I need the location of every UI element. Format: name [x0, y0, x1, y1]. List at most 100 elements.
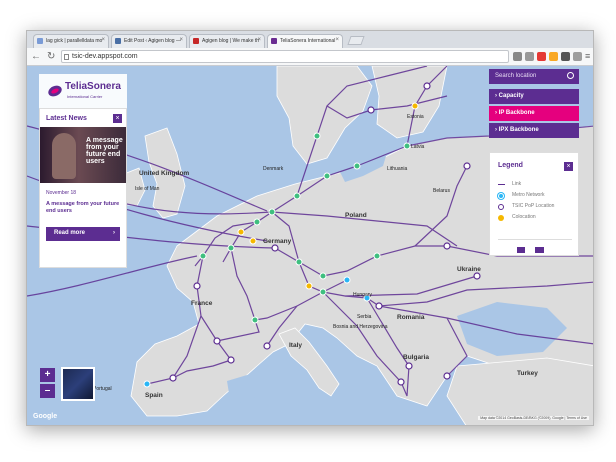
label-hungary: Hungary [353, 292, 372, 298]
node-pop-warsaw[interactable] [373, 252, 381, 260]
node-tsic-lyon[interactable] [193, 282, 201, 290]
brand-name: TeliaSonera [65, 81, 121, 92]
news-panel-title: Latest News [46, 115, 87, 122]
node-tsic-sofia[interactable] [405, 362, 413, 370]
node-pop-amsterdam[interactable] [253, 218, 261, 226]
extension-icon-1[interactable] [513, 52, 522, 61]
zoom-in-button[interactable]: + [40, 368, 55, 382]
node-pop-vienna[interactable] [319, 272, 327, 280]
zoom-out-button[interactable]: – [40, 384, 55, 398]
node-pop-malmo[interactable] [353, 162, 361, 170]
node-tsic-tallinn[interactable] [423, 82, 431, 90]
node-tsic-minsk[interactable] [463, 162, 471, 170]
node-colocation-1[interactable] [237, 228, 245, 236]
pop-swatch-icon [498, 204, 504, 210]
label-isle-of-man: Isle of Man [135, 186, 160, 192]
extension-icon-4[interactable] [549, 52, 558, 61]
node-metro-1[interactable] [343, 276, 351, 284]
node-pop-budapest[interactable] [319, 288, 327, 296]
google-logo[interactable]: Google [33, 413, 57, 420]
tab-4[interactable]: TeliaSonera International × [267, 34, 343, 48]
search-icon[interactable] [567, 72, 574, 79]
satellite-view-toggle[interactable] [61, 367, 95, 401]
node-pop-frankfurt[interactable] [268, 208, 276, 216]
label-lithuania: Lithuania [387, 166, 408, 172]
node-colocation-4[interactable] [305, 282, 313, 290]
label-germany: Germany [263, 238, 292, 245]
legend-title: Legend [498, 162, 523, 169]
label-italy: Italy [289, 342, 303, 349]
node-tsic-helsinki[interactable] [367, 106, 375, 114]
legend-close-icon[interactable]: × [564, 162, 573, 171]
label-ukraine: Ukraine [457, 266, 481, 273]
page-icon [64, 54, 69, 60]
search-location-input[interactable]: Search location [489, 69, 579, 84]
tab-3-close-icon[interactable]: × [257, 37, 261, 43]
tab-2-close-icon[interactable]: × [179, 37, 183, 43]
brand-logo[interactable]: TeliaSonera International Carrier [39, 74, 127, 108]
layer-ipx-backbone-label: IPX Backbone [498, 127, 539, 133]
tab-4-title: TeliaSonera International [280, 38, 336, 44]
label-spain: Spain [145, 392, 163, 399]
tab-3[interactable]: Agigen blog | We make th × [189, 34, 265, 48]
node-pop-stockholm[interactable] [313, 132, 321, 140]
node-tsic-marseille[interactable] [227, 356, 235, 364]
tab-1[interactable]: lag gick | parallelldata mo × [33, 34, 109, 48]
node-pop-hamburg[interactable] [293, 192, 301, 200]
tab-4-close-icon[interactable]: × [335, 37, 339, 43]
node-tsic-istanbul[interactable] [443, 372, 451, 380]
mail-icon[interactable] [535, 247, 544, 253]
menu-icon[interactable]: ≡ [585, 51, 590, 61]
layer-ip-backbone-button[interactable]: › IP Backbone [489, 106, 579, 121]
brand-tagline: International Carrier [67, 94, 103, 99]
url-text: tsic-dev.appspot.com [72, 53, 138, 60]
node-colocation-2[interactable] [249, 237, 257, 245]
news-image-caption: A message from your future end users [86, 137, 123, 165]
back-icon[interactable]: ← [31, 51, 41, 62]
node-pop-milan[interactable] [251, 316, 259, 324]
node-pop-copenhagen[interactable] [323, 172, 331, 180]
browser-window: lag gick | parallelldata mo × Edit Post … [26, 30, 594, 426]
extension-icon-6[interactable] [573, 52, 582, 61]
node-pop-riga[interactable] [403, 142, 411, 150]
map-attribution[interactable]: Map data ©2014 GeoBasis-DE/BKG (©2009), … [478, 416, 589, 420]
print-icon[interactable] [517, 247, 525, 253]
node-metro-madrid[interactable] [143, 380, 151, 388]
node-tsic-athens[interactable] [397, 378, 405, 386]
node-tsic-toulouse[interactable] [213, 337, 221, 345]
node-pop-paris[interactable] [199, 252, 207, 260]
map-canvas[interactable]: United Kingdom Germany Poland France Ita… [27, 66, 593, 425]
tab-1-close-icon[interactable]: × [101, 37, 105, 43]
node-pop-brussels[interactable] [227, 244, 235, 252]
extension-icon-2[interactable] [525, 52, 534, 61]
tab-3-title: Agigen blog | We make th [202, 38, 260, 44]
legend-item-tsic-pop: TSIC PoP Location [498, 203, 578, 211]
legend-pop-label: TSIC PoP Location [512, 203, 555, 209]
tab-1-favicon-icon [37, 38, 43, 44]
link-swatch-icon [498, 184, 505, 185]
node-tsic-1[interactable] [375, 302, 383, 310]
layer-capacity-button[interactable]: › Capacity [489, 89, 579, 104]
node-tsic-rome[interactable] [263, 342, 271, 350]
node-tsic-kharkiv[interactable] [473, 272, 481, 280]
node-tsic-stuttgart[interactable] [271, 244, 279, 252]
search-placeholder: Search location [495, 73, 537, 79]
news-image[interactable]: A message from your future end users [40, 127, 126, 183]
extension-icon-3[interactable] [537, 52, 546, 61]
read-more-label: Read more [54, 230, 86, 236]
label-france: France [191, 300, 213, 307]
new-tab-button[interactable] [347, 36, 365, 45]
node-tsic-valencia[interactable] [169, 374, 177, 382]
address-bar[interactable]: tsic-dev.appspot.com [61, 50, 509, 63]
node-tsic-kyiv[interactable] [443, 242, 451, 250]
news-headline-link[interactable]: A message from your future end users [46, 201, 122, 215]
node-pop-munich[interactable] [295, 258, 303, 266]
read-more-button[interactable]: Read more › [46, 227, 120, 241]
reload-icon[interactable]: ↻ [47, 51, 55, 62]
legend-item-colocation: Colocation [498, 214, 578, 222]
news-close-icon[interactable]: × [113, 114, 122, 123]
extension-icon-5[interactable] [561, 52, 570, 61]
layer-ipx-backbone-button[interactable]: › IPX Backbone [489, 123, 579, 138]
node-colocation-3[interactable] [411, 102, 419, 110]
tab-2[interactable]: Edit Post ‹ Agigen blog — × [111, 34, 187, 48]
